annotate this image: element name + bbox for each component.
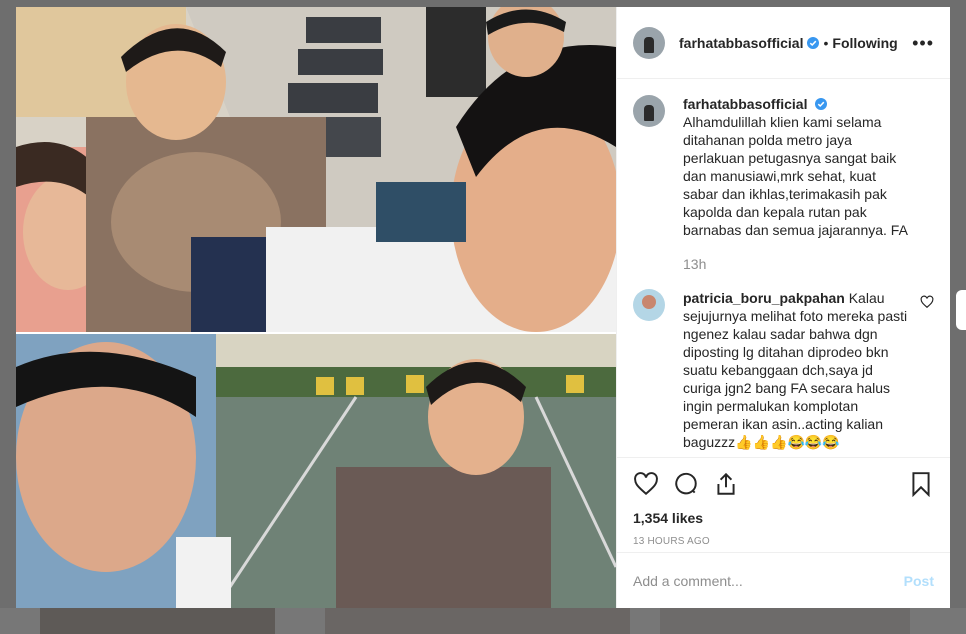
commenter-avatar[interactable] xyxy=(633,289,665,321)
post-modal: farhatabbasofficial • Following ••• farh… xyxy=(16,7,950,608)
heart-icon[interactable] xyxy=(633,471,659,497)
post-actions: 1,354 likes 13 HOURS AGO xyxy=(617,457,950,552)
caption-text: Alhamdulillah klien kami selama ditahana… xyxy=(683,114,908,238)
separator-dot: • xyxy=(823,34,829,51)
post-timestamp[interactable]: 13 HOURS AGO xyxy=(633,536,934,547)
comment-icon[interactable] xyxy=(673,471,699,497)
caption-body: farhatabbasofficial Alhamdulillah klien … xyxy=(683,95,913,273)
post-details-panel: farhatabbasofficial • Following ••• farh… xyxy=(616,7,950,608)
comment-username[interactable]: patricia_boru_pakpahan xyxy=(683,290,845,306)
author-avatar[interactable] xyxy=(633,26,665,59)
following-button[interactable]: Following xyxy=(832,35,897,51)
verified-badge-icon xyxy=(807,36,820,49)
comment-row: patricia_boru_pakpahan Kalau sejujurnya … xyxy=(633,289,934,451)
comment-body: patricia_boru_pakpahan Kalau sejujurnya … xyxy=(683,289,912,451)
caption-avatar[interactable] xyxy=(633,95,665,127)
add-comment-bar: Post xyxy=(617,552,950,608)
share-icon[interactable] xyxy=(713,471,739,497)
background-thumbnail xyxy=(40,608,275,634)
caption-time[interactable]: 13h xyxy=(683,255,913,273)
next-post-arrow[interactable] xyxy=(956,290,966,330)
caption-row: farhatabbasofficial Alhamdulillah klien … xyxy=(633,95,934,273)
bookmark-icon[interactable] xyxy=(908,471,934,497)
background-thumbnail xyxy=(660,608,910,634)
comment-text: Kalau sejujurnya melihat foto mereka pas… xyxy=(683,290,908,450)
background-feed-strip xyxy=(0,608,966,634)
author-username[interactable]: farhatabbasofficial xyxy=(679,35,803,51)
comment-like-heart-icon[interactable] xyxy=(920,295,934,309)
photo-collage xyxy=(16,7,616,608)
post-header: farhatabbasofficial • Following ••• xyxy=(617,7,950,79)
background-thumbnail xyxy=(325,608,630,634)
post-comment-button[interactable]: Post xyxy=(904,573,934,589)
more-options-icon[interactable]: ••• xyxy=(912,34,934,52)
post-photo[interactable] xyxy=(16,7,616,608)
verified-badge-icon xyxy=(815,98,828,110)
caption-username[interactable]: farhatabbasofficial xyxy=(683,96,807,112)
action-icons xyxy=(633,464,934,504)
likes-count[interactable]: 1,354 likes xyxy=(633,510,934,526)
comments-list[interactable]: farhatabbasofficial Alhamdulillah klien … xyxy=(617,79,950,457)
comment-input[interactable] xyxy=(633,572,904,589)
